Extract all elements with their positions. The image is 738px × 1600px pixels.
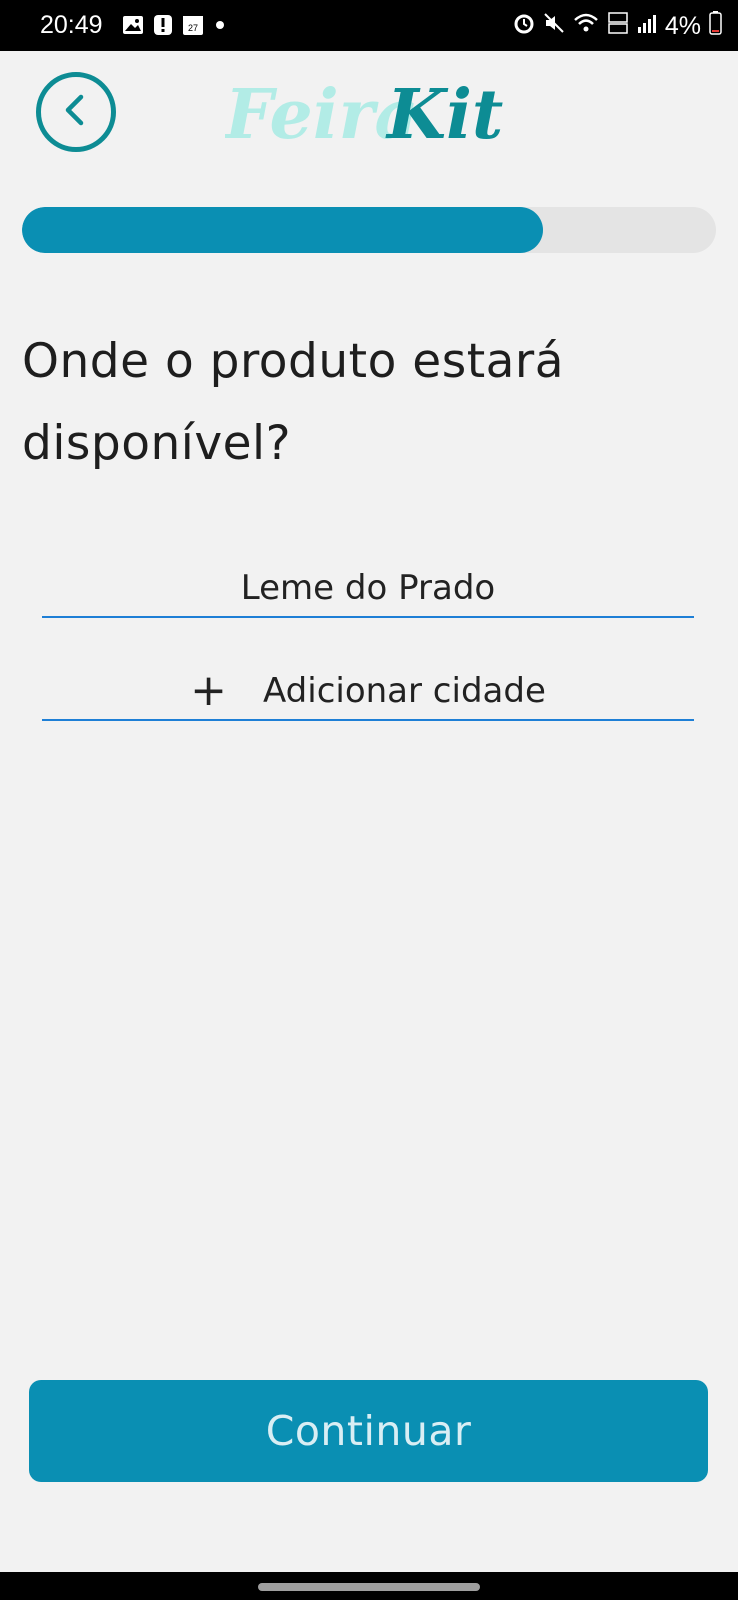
wifi-icon [573,12,599,41]
signal-icon [637,12,657,41]
calendar-icon: 27 [182,14,204,41]
add-city-button[interactable]: + Adicionar cidade [42,663,694,721]
city-name: Leme do Prado [240,568,496,608]
mute-icon [543,12,565,41]
plus-icon: + [190,665,227,716]
city-item[interactable]: Leme do Prado [42,560,694,618]
status-time: 20:49 [40,11,103,39]
alarm-icon [513,12,535,41]
battery-icon [709,10,722,42]
system-icons: 4% [513,10,722,42]
gallery-icon [122,15,144,40]
continue-button[interactable]: Continuar [29,1380,708,1482]
status-bar: 20:49 27 4% [0,0,738,51]
page-title: Onde o produto estará disponível? [22,321,702,485]
progress-bar [22,207,716,253]
battery-percent: 4% [664,11,701,40]
home-handle[interactable] [258,1583,480,1591]
volte-icon [607,11,629,42]
app-logo: Feira Kit [223,70,515,155]
add-city-label: Adicionar cidade [263,671,546,711]
logo-text-kit: Kit [385,75,503,150]
page-title-line2: disponível? [22,416,292,472]
page-title-line1: Onde o produto estará [22,334,565,390]
notification-icons: 27 [122,14,226,41]
back-button[interactable] [36,72,116,152]
chevron-left-icon [59,93,93,131]
dot-icon [214,18,226,36]
alert-icon [154,14,172,40]
progress-fill [22,207,543,253]
calendar-day: 27 [188,23,198,33]
